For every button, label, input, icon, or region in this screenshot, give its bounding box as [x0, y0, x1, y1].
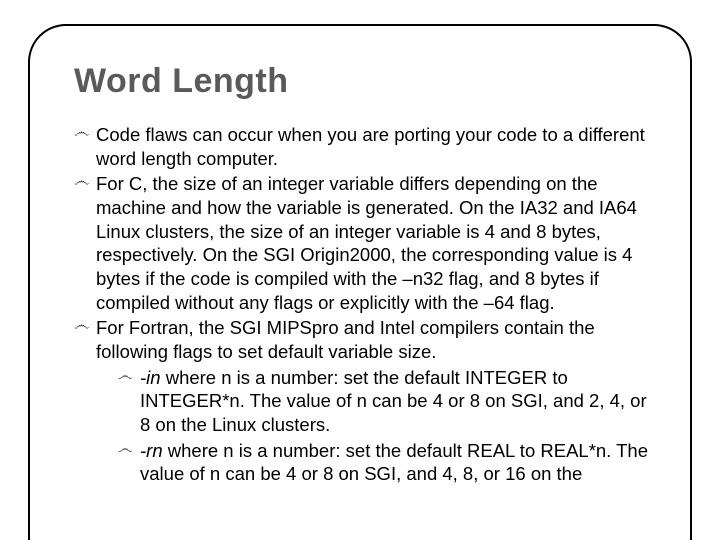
bullet-icon: ෴	[74, 174, 89, 190]
sub-bullet-item: ෴ -in where n is a number: set the defau…	[118, 366, 650, 437]
bullet-icon: ෴	[74, 318, 89, 334]
bullet-text: Code flaws can occur when you are portin…	[96, 124, 645, 169]
bullet-item: ෴ Code flaws can occur when you are port…	[74, 123, 650, 170]
bullet-icon: ෴	[118, 441, 132, 456]
bullet-icon: ෴	[118, 368, 132, 383]
flag-name: -in	[140, 367, 161, 388]
sub-bullet-item: ෴ -rn where n is a number: set the defau…	[118, 439, 650, 486]
sub-bullet-text: where n is a number: set the default REA…	[140, 440, 648, 485]
bullet-item: ෴ For Fortran, the SGI MIPSpro and Intel…	[74, 316, 650, 486]
bullet-icon: ෴	[74, 125, 89, 141]
slide-title: Word Length	[74, 62, 650, 101]
bullet-text: For Fortran, the SGI MIPSpro and Intel c…	[96, 317, 595, 362]
bullet-item: ෴ For C, the size of an integer variable…	[74, 172, 650, 314]
slide-body: ෴ Code flaws can occur when you are port…	[74, 123, 650, 486]
flag-name: -rn	[140, 440, 163, 461]
bullet-text: For C, the size of an integer variable d…	[96, 173, 637, 312]
sub-list: ෴ -in where n is a number: set the defau…	[118, 366, 650, 486]
slide-frame: Word Length ෴ Code flaws can occur when …	[28, 24, 692, 540]
sub-bullet-text: where n is a number: set the default INT…	[140, 367, 647, 435]
